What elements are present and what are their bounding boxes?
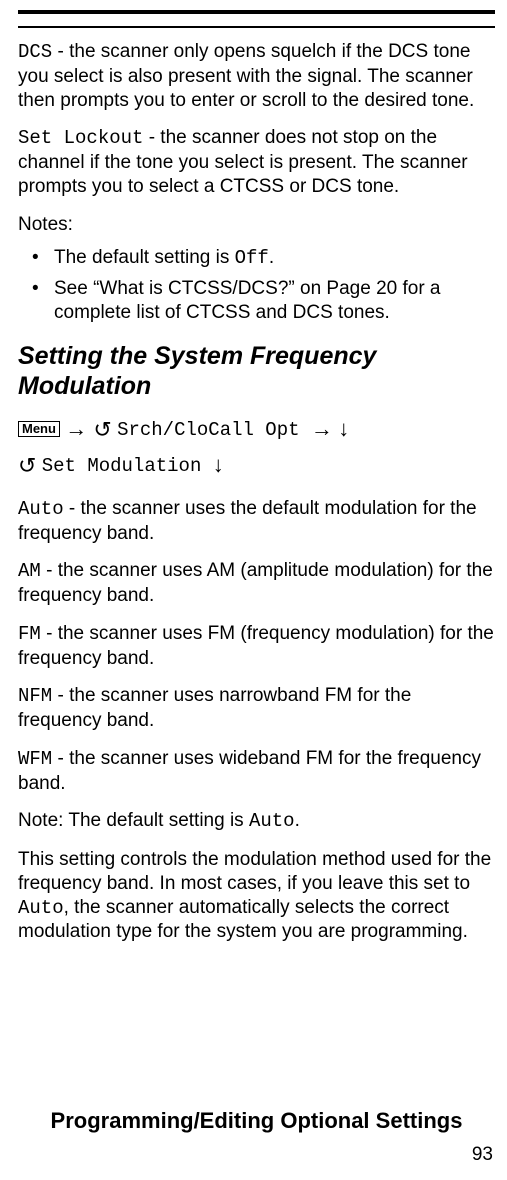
note-default-a: Note: The default setting is [18,810,249,831]
note-default-b: . [295,810,300,831]
note2: See “What is CTCSS/DCS?” on Page 20 for … [54,278,441,323]
notes-label: Notes: [18,213,495,237]
arrow-right-icon: → [311,416,333,441]
page-footer: Programming/Editing Optional Settings [18,1108,495,1134]
code-am: AM [18,560,41,582]
para-wfm: WFM - the scanner uses wideband FM for t… [18,747,495,796]
rule-thin [18,26,495,28]
para-auto: Auto - the scanner uses the default modu… [18,497,495,546]
list-item: See “What is CTCSS/DCS?” on Page 20 for … [40,277,495,325]
text-am: - the scanner uses AM (amplitude modulat… [18,560,493,606]
notes-list: The default setting is Off. See “What is… [18,246,495,324]
menu-key: Menu [18,421,60,437]
text-nfm: - the scanner uses narrowband FM for the… [18,685,411,731]
note-default-code: Auto [249,810,295,832]
code-lockout: Set Lockout [18,127,143,149]
final-a: This setting controls the modulation met… [18,849,491,894]
arrow-down-icon: ↓ [213,452,224,477]
note1-b: . [269,247,274,268]
nav-sequence: Menu → ↺ Srch/CloCall Opt → ↓ ↺ Set Modu… [18,411,495,483]
note1-a: The default setting is [54,247,235,268]
nav-opt-2: Set Modulation [42,455,213,477]
text-wfm: - the scanner uses wideband FM for the f… [18,748,481,794]
rotate-icon: ↺ [18,448,36,483]
para-am: AM - the scanner uses AM (amplitude modu… [18,559,495,608]
para-fm: FM - the scanner uses FM (frequency modu… [18,622,495,671]
text-dcs: - the scanner only opens squelch if the … [18,41,474,111]
page-number: 93 [472,1144,493,1166]
code-auto: Auto [18,498,64,520]
para-default-note: Note: The default setting is Auto. [18,809,495,834]
list-item: The default setting is Off. [40,246,495,271]
rule-thick [18,10,495,14]
note1-code: Off [235,247,269,269]
para-dcs: DCS - the scanner only opens squelch if … [18,40,495,112]
para-lockout: Set Lockout - the scanner does not stop … [18,126,495,198]
nav-opt-1: Srch/CloCall Opt [117,419,311,441]
code-fm: FM [18,623,41,645]
code-dcs: DCS [18,41,52,63]
code-wfm: WFM [18,748,52,770]
code-nfm: NFM [18,685,52,707]
page: DCS - the scanner only opens squelch if … [0,0,507,1180]
rotate-icon: ↺ [93,412,111,447]
arrow-right-icon: → [65,416,93,441]
final-b: , the scanner automatically selects the … [18,897,468,943]
text-auto: - the scanner uses the default modulatio… [18,498,477,544]
final-code: Auto [18,897,64,919]
arrow-down-icon: ↓ [338,416,349,441]
text-fm: - the scanner uses FM (frequency modulat… [18,623,494,669]
para-nfm: NFM - the scanner uses narrowband FM for… [18,684,495,733]
content: DCS - the scanner only opens squelch if … [18,40,495,944]
section-heading: Setting the System Frequency Modulation [18,341,495,401]
para-final: This setting controls the modulation met… [18,848,495,944]
